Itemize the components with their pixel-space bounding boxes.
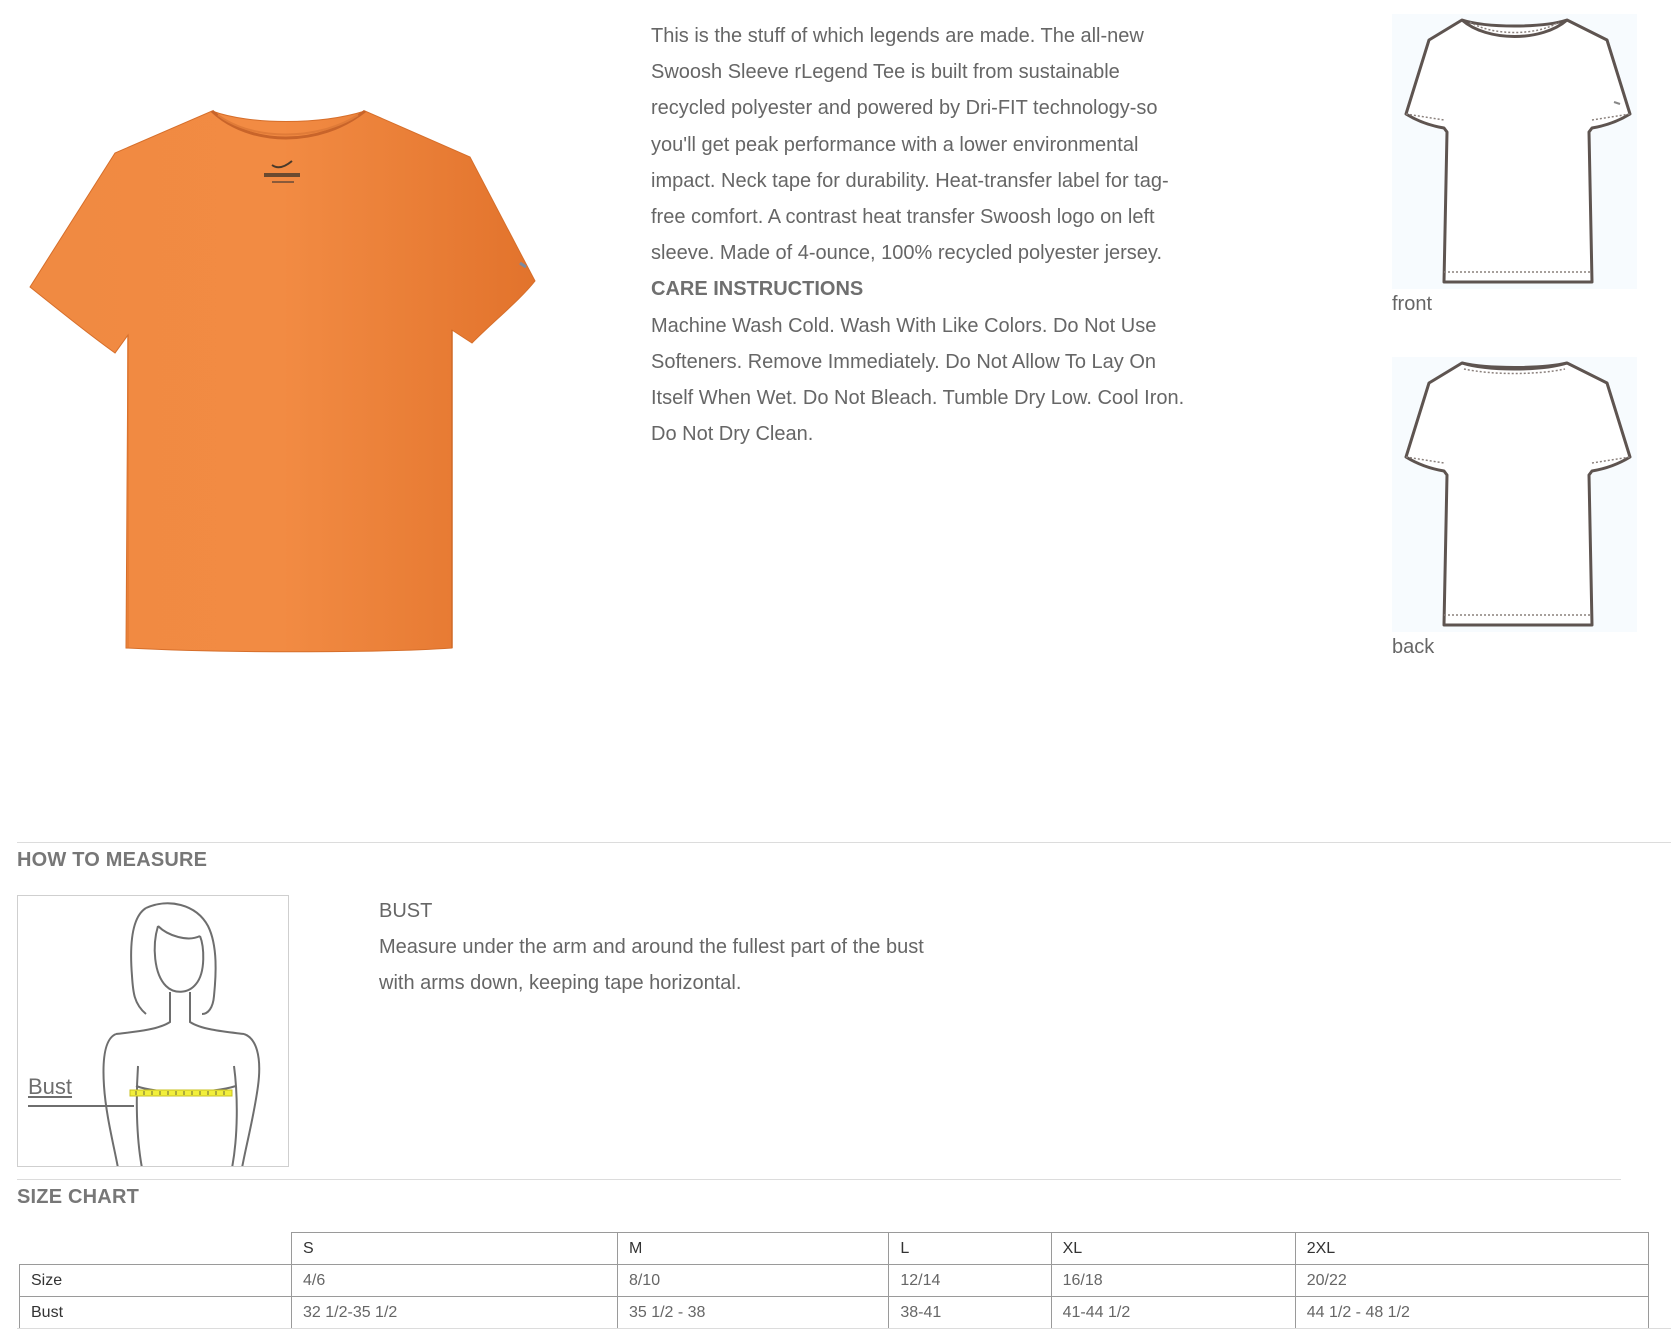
- table-cell: 20/22: [1294, 1264, 1650, 1297]
- size-chart-header-row: S M L XL 2XL: [19, 1232, 1650, 1265]
- table-cell: 44 1/2 - 48 1/2: [1294, 1296, 1650, 1329]
- table-row: Bust 32 1/2-35 1/2 35 1/2 - 38 38-41 41-…: [19, 1296, 1650, 1329]
- table-cell: 4/6: [291, 1264, 618, 1297]
- tshirt-front-outline-icon: [1392, 14, 1637, 289]
- column-header-xl: XL: [1050, 1232, 1296, 1265]
- product-page: This is the stuff of which legends are m…: [0, 0, 1672, 1334]
- table-cell: 16/18: [1050, 1264, 1296, 1297]
- table-cell: 32 1/2-35 1/2: [291, 1296, 618, 1329]
- description-text: This is the stuff of which legends are m…: [651, 25, 1169, 265]
- section-divider: [17, 842, 1671, 843]
- table-cell: 35 1/2 - 38: [616, 1296, 890, 1329]
- bust-measure-text: Measure under the arm and around the ful…: [379, 936, 924, 995]
- table-cell: 8/10: [616, 1264, 890, 1297]
- table-cell: 12/14: [888, 1264, 1052, 1297]
- orange-tshirt-image: [20, 95, 600, 685]
- table-row: Size 4/6 8/10 12/14 16/18 20/22: [19, 1264, 1650, 1297]
- section-divider: [17, 1328, 1671, 1329]
- table-cell: 41-44 1/2: [1050, 1296, 1296, 1329]
- product-description: This is the stuff of which legends are m…: [651, 18, 1196, 452]
- bust-measure-instructions: BUST Measure under the arm and around th…: [379, 893, 979, 1002]
- row-header-bust: Bust: [19, 1296, 292, 1329]
- back-label: back: [1392, 636, 1435, 658]
- column-header-s: S: [291, 1232, 618, 1265]
- column-header-2xl: 2XL: [1294, 1232, 1650, 1265]
- bust-figure-label: Bust: [28, 1074, 73, 1099]
- column-header-m: M: [616, 1232, 890, 1265]
- table-cell: 38-41: [888, 1296, 1052, 1329]
- table-corner-cell: [19, 1232, 292, 1265]
- care-instructions-text: Machine Wash Cold. Wash With Like Colors…: [651, 314, 1185, 446]
- back-flat-sketch: back: [1392, 357, 1637, 659]
- section-divider: [17, 1179, 1621, 1180]
- row-header-size: Size: [19, 1264, 292, 1297]
- bust-measure-figure: Bust: [17, 895, 289, 1167]
- tshirt-back-outline-icon: [1392, 357, 1637, 632]
- size-chart-table: S M L XL 2XL Size 4/6 8/10 12/14 16/18 2…: [19, 1232, 1650, 1329]
- size-chart-title: SIZE CHART: [17, 1186, 139, 1208]
- front-label: front: [1392, 293, 1433, 315]
- woman-bust-figure-icon: [28, 902, 261, 1166]
- front-flat-sketch: front: [1392, 14, 1637, 316]
- how-to-measure-title: HOW TO MEASURE: [17, 849, 208, 871]
- care-instructions-title: CARE INSTRUCTIONS: [651, 278, 864, 301]
- bust-measure-title: BUST: [379, 900, 433, 922]
- column-header-l: L: [888, 1232, 1052, 1265]
